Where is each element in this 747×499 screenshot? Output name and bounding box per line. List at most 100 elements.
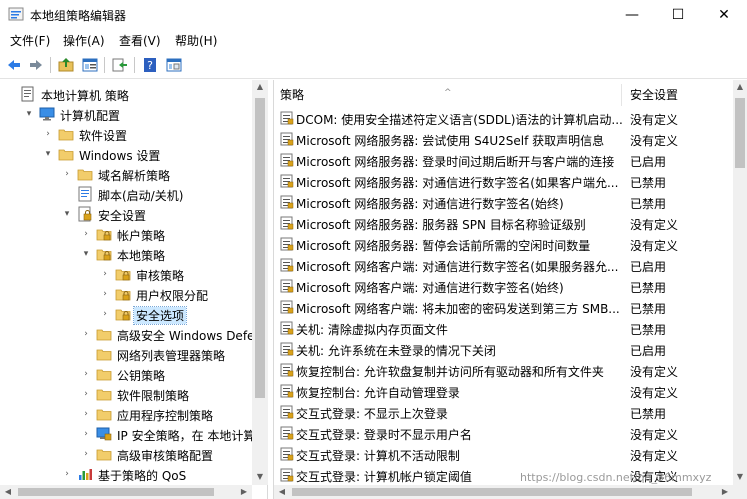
policy-row[interactable]: Microsoft 网络客户端: 对通信进行数字签名(始终) 已禁用 [274,276,734,297]
forward-button[interactable] [26,55,46,75]
help-button[interactable]: ? [140,55,160,75]
policy-setting-value: 没有定义 [630,449,679,463]
policy-row[interactable]: Microsoft 网络服务器: 服务器 SPN 目标名称验证级别 没有定义 [274,213,734,234]
tree-item[interactable]: ▾ 计算机配置 [0,104,252,124]
policy-setting-value: 没有定义 [630,386,679,400]
expand-chevron-icon[interactable]: › [80,387,92,401]
expand-chevron-icon[interactable]: › [80,327,92,341]
tree-vertical-scrollbar[interactable]: ▲ ▼ [252,80,268,485]
back-button[interactable] [4,55,24,75]
expand-chevron-icon[interactable]: › [80,407,92,421]
list-vertical-scrollbar[interactable]: ▲ ▼ [733,80,747,485]
tree-item[interactable]: › IP 安全策略，在 本地计算机 [0,424,267,444]
menu-help[interactable]: 帮助(H) [175,32,217,49]
close-button[interactable]: ✕ [701,0,747,30]
scroll-right-arrow-icon[interactable]: ▶ [717,487,733,496]
computer-config-icon [39,106,55,122]
minimize-button[interactable]: — [609,0,655,30]
scroll-left-arrow-icon[interactable]: ◀ [0,487,16,496]
list-horizontal-scrollbar[interactable]: ◀ ▶ [274,485,733,499]
policy-row[interactable]: 交互式登录: 登录时不显示用户名 没有定义 [274,423,734,444]
menu-action[interactable]: 操作(A) [63,32,105,49]
lock-folder-icon [115,306,131,322]
policy-setting-value: 已禁用 [630,323,667,337]
tree-item[interactable]: 网络列表管理器策略 [0,344,252,364]
tree-item[interactable]: ▾ 安全设置 [0,204,252,224]
policy-row[interactable]: Microsoft 网络服务器: 尝试使用 S4U2Self 获取声明信息 没有定… [274,129,734,150]
tree-hscroll-thumb[interactable] [18,488,214,496]
policy-row[interactable]: Microsoft 网络客户端: 对通信进行数字签名(如果服务器允... 已启用 [274,255,734,276]
tree-item[interactable]: › 软件限制策略 [0,384,252,404]
tree-item[interactable]: › 高级审核策略配置 [0,444,252,464]
scroll-up-arrow-icon[interactable]: ▲ [252,82,268,91]
tree-item[interactable]: › 软件设置 [0,124,252,144]
tree-item[interactable]: 脚本(启动/关机) [0,184,252,204]
policy-row[interactable]: Microsoft 网络客户端: 将未加密的密码发送到第三方 SMB... 已禁用 [274,297,734,318]
tree-item[interactable]: › 应用程序控制策略 [0,404,252,424]
policy-row[interactable]: 关机: 清除虚拟内存页面文件 已禁用 [274,318,734,339]
tree-item-label: 本地策略 [117,249,166,263]
tree-item[interactable]: › 审核策略 [0,264,252,284]
collapse-chevron-icon[interactable]: ▾ [23,107,35,121]
export-list-button[interactable] [110,55,130,75]
policy-row[interactable]: 关机: 允许系统在未登录的情况下关闭 已启用 [274,339,734,360]
show-hide-tree-button[interactable] [80,55,100,75]
tree-item[interactable]: › 用户权限分配 [0,284,252,304]
list-hscroll-thumb[interactable] [292,488,692,496]
up-one-level-button[interactable] [56,55,76,75]
policy-row[interactable]: 交互式登录: 计算机不活动限制 没有定义 [274,444,734,465]
tree-item-label: 基于策略的 QoS [98,469,187,483]
expand-chevron-icon[interactable]: › [99,307,111,321]
expand-chevron-icon[interactable]: › [42,127,54,141]
properties-button[interactable] [164,55,184,75]
collapse-chevron-icon[interactable]: ▾ [80,247,92,261]
policy-row[interactable]: DCOM: 使用安全描述符定义语言(SDDL)语法的计算机启动... 没有定义 [274,108,734,129]
expand-chevron-icon[interactable]: › [80,447,92,461]
back-arrow-icon [8,60,20,70]
column-header-security-setting[interactable]: 安全设置 [624,84,734,106]
column-header-policy-label: 策略 [280,88,305,102]
forward-arrow-icon [30,60,42,70]
scroll-down-arrow-icon[interactable]: ▼ [252,472,268,481]
policy-row[interactable]: Microsoft 网络服务器: 对通信进行数字签名(如果客户端允... 已禁用 [274,171,734,192]
list-scroll-thumb[interactable] [735,98,745,168]
maximize-button[interactable]: ☐ [655,0,701,30]
scroll-up-arrow-icon[interactable]: ▲ [733,82,747,91]
sort-ascending-icon: ^ [444,88,452,98]
policy-row[interactable]: Microsoft 网络服务器: 暂停会话前所需的空闲时间数量 没有定义 [274,234,734,255]
expand-chevron-icon[interactable]: › [80,367,92,381]
tree-item[interactable]: ▾ 本地策略 [0,244,252,264]
menu-file[interactable]: 文件(F) [10,32,50,49]
tree-item[interactable]: › 域名解析策略 [0,164,252,184]
expand-chevron-icon[interactable]: › [61,467,73,481]
tree-item[interactable]: 本地计算机 策略 [0,84,252,104]
svg-text:?: ? [147,59,153,72]
tree-item[interactable]: › 基于策略的 QoS [0,464,252,484]
tree-item[interactable]: ▾ Windows 设置 [0,144,252,164]
tree-item[interactable]: › 公钥策略 [0,364,252,384]
policy-row[interactable]: Microsoft 网络服务器: 对通信进行数字签名(始终) 已禁用 [274,192,734,213]
tree-scroll-thumb[interactable] [255,98,265,398]
tree-horizontal-scrollbar[interactable]: ◀ ▶ [0,485,252,499]
expand-chevron-icon[interactable]: › [99,287,111,301]
policy-row[interactable]: 交互式登录: 不显示上次登录 已禁用 [274,402,734,423]
folder-icon [58,126,74,142]
collapse-chevron-icon[interactable]: ▾ [42,147,54,161]
scroll-right-arrow-icon[interactable]: ▶ [236,487,252,496]
policy-row[interactable]: Microsoft 网络服务器: 登录时间过期后断开与客户端的连接 已启用 [274,150,734,171]
expand-chevron-icon[interactable]: › [80,427,92,441]
collapse-chevron-icon[interactable]: ▾ [61,207,73,221]
tree-item[interactable]: › 帐户策略 [0,224,252,244]
policy-row[interactable]: 恢复控制台: 允许软盘复制并访问所有驱动器和所有文件夹 没有定义 [274,360,734,381]
tree-item[interactable]: › 安全选项 [0,304,252,325]
expand-chevron-icon[interactable]: › [80,227,92,241]
policy-setting-icon [280,174,294,188]
policy-row[interactable]: 恢复控制台: 允许自动管理登录 没有定义 [274,381,734,402]
expand-chevron-icon[interactable]: › [99,267,111,281]
tree-item[interactable]: › 高级安全 Windows Defender [0,324,267,344]
column-header-policy[interactable]: ^ 策略 [274,84,622,106]
scroll-left-arrow-icon[interactable]: ◀ [274,487,290,496]
menu-view[interactable]: 查看(V) [119,32,161,49]
expand-chevron-icon[interactable]: › [61,167,73,181]
scroll-down-arrow-icon[interactable]: ▼ [733,472,747,481]
